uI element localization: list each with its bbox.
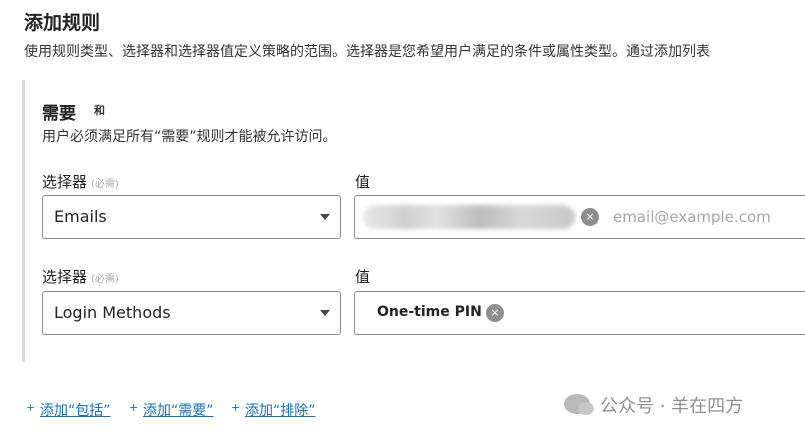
selector-label: 选择器 (必需) [42,171,119,192]
plus-icon: + [129,401,139,414]
email-value-field[interactable]: × email@example.com [354,195,805,239]
selector-dropdown-value: Login Methods [54,303,171,322]
remove-chip-icon[interactable]: × [486,304,504,322]
value-label: 值 [355,268,371,286]
add-exclude-link[interactable]: 添加“排除” [245,400,316,420]
chevron-down-icon [320,214,330,220]
plus-icon: + [26,401,36,414]
value-label: 值 [355,173,371,191]
page-description: 使用规则类型、选择器和选择器值定义策略的范围。选择器是您希望用户满足的条件或属性… [24,44,710,60]
email-input-placeholder[interactable]: email@example.com [613,208,771,226]
selector-dropdown[interactable]: Emails [42,195,341,239]
section-title: 需要 [42,104,76,124]
watermark-text: 公众号 · 羊在四方 [600,396,744,417]
login-method-value-field[interactable]: One-time PIN × [354,291,805,335]
remove-email-icon[interactable]: × [581,208,599,226]
wechat-icon [564,394,594,415]
selector-label-text: 选择器 [42,268,88,286]
selector-label: 选择器 (必需) [42,266,119,287]
selector-dropdown[interactable]: Login Methods [42,291,341,335]
page-title: 添加规则 [24,12,101,34]
required-hint: (必需) [91,179,119,190]
chevron-down-icon [320,310,330,316]
required-hint: (必需) [91,274,119,285]
plus-icon: + [231,401,241,414]
selector-label-text: 选择器 [42,173,88,191]
add-require-link[interactable]: 添加“需要” [143,400,214,420]
add-include-link[interactable]: 添加“包括” [40,400,111,420]
email-chip-redacted [363,205,575,229]
section-description: 用户必须满足所有“需要”规则才能被允许访问。 [42,129,337,145]
selector-dropdown-value: Emails [54,207,107,226]
section-badge: 和 [94,104,105,117]
login-method-chip: One-time PIN [377,304,482,320]
